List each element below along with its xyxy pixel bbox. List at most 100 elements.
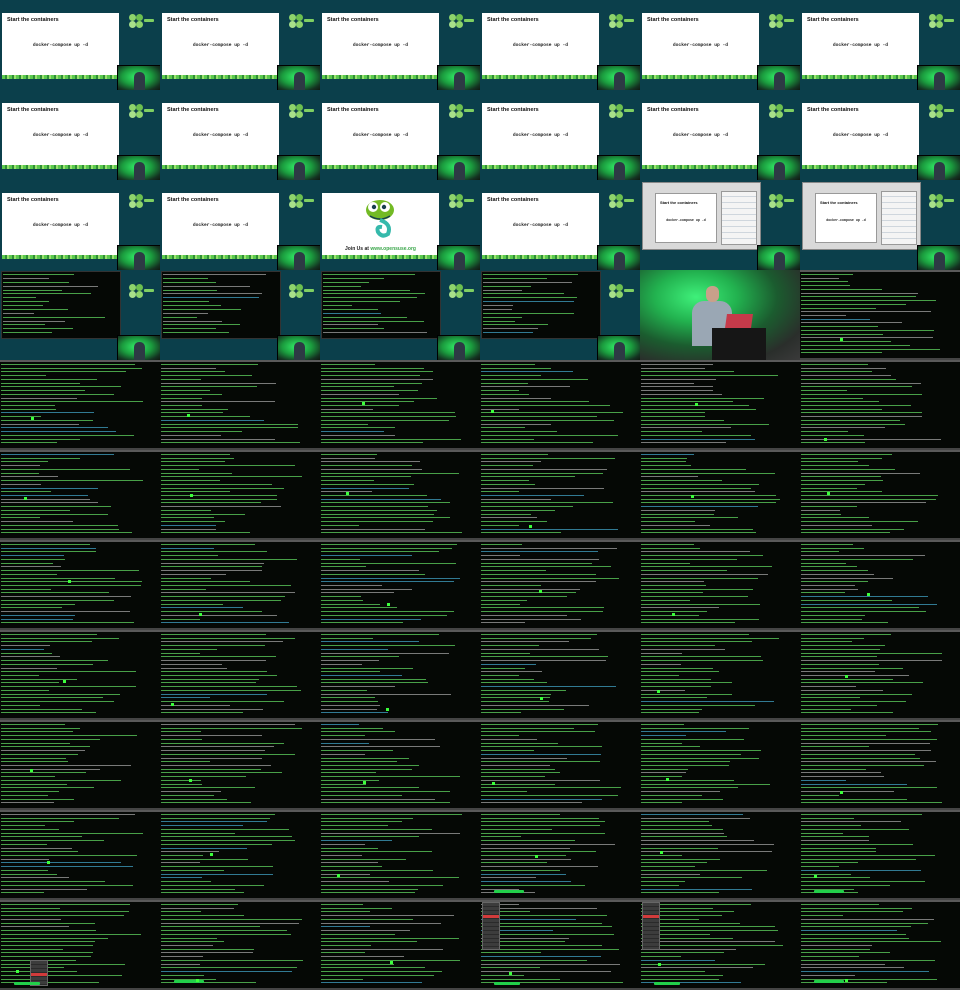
terminal-line	[321, 634, 439, 635]
terminal-cursor	[189, 779, 192, 782]
speaker-inset-icon	[117, 155, 160, 180]
join-site-link[interactable]: www.opensuse.org	[370, 246, 416, 252]
grass-decoration	[802, 165, 919, 169]
terminal-line	[161, 862, 200, 864]
terminal-line	[161, 461, 225, 463]
terminal-line	[323, 308, 378, 310]
terminal-line	[801, 498, 936, 500]
terminal-line	[641, 686, 711, 688]
opensuse-logo-icon	[288, 194, 314, 210]
terminal-line	[1, 817, 119, 819]
window-titlebar	[160, 540, 320, 542]
join-us-card: Join Us at www.opensuse.org	[322, 193, 439, 259]
terminal-line	[3, 293, 91, 295]
terminal-line	[641, 611, 707, 613]
terminal-line	[161, 892, 244, 894]
terminal-line	[801, 491, 882, 493]
video-frame	[0, 360, 160, 450]
terminal-line	[1, 371, 126, 373]
terminal-line	[161, 570, 262, 572]
terminal-line	[641, 821, 709, 823]
terminal-line	[321, 401, 414, 403]
speaker-inset-icon	[597, 335, 640, 360]
terminal-line	[321, 787, 419, 789]
terminal-line	[481, 603, 520, 605]
terminal-line	[163, 289, 217, 291]
terminal-line	[641, 614, 699, 616]
terminal-line	[161, 952, 253, 954]
terminal-line	[321, 607, 397, 609]
terminal-line	[801, 727, 919, 729]
terminal-line	[321, 814, 462, 815]
terminal-line	[801, 344, 910, 346]
terminal-line	[641, 390, 713, 392]
slide-card: Start the containers docker-compose up -d	[802, 103, 919, 169]
video-frame	[800, 450, 960, 540]
context-menu[interactable]	[482, 902, 500, 950]
terminal-line	[481, 513, 531, 515]
video-frame	[480, 810, 640, 900]
terminal-line	[483, 305, 513, 306]
slide-title: Start the containers	[167, 107, 219, 113]
terminal-line	[1, 693, 120, 695]
terminal-line	[641, 776, 682, 778]
terminal-line	[641, 378, 716, 380]
terminal-line	[801, 434, 864, 436]
opensuse-logo-icon	[928, 14, 954, 30]
terminal-line	[321, 779, 379, 781]
terminal-cursor	[827, 492, 830, 495]
terminal-line	[1, 869, 48, 871]
terminal-line	[1, 761, 68, 763]
terminal-cursor	[210, 853, 213, 856]
terminal-cursor	[491, 410, 494, 413]
terminal-line	[161, 528, 216, 530]
terminal-line	[161, 738, 202, 740]
terminal-cursor	[337, 874, 340, 877]
terminal-line	[801, 371, 872, 373]
terminal-line	[801, 487, 857, 489]
terminal-line	[801, 779, 846, 781]
terminal-line	[161, 423, 298, 425]
terminal-line	[321, 888, 418, 890]
opensuse-logo-icon	[448, 284, 474, 300]
terminal-line	[321, 371, 433, 373]
terminal-line	[161, 948, 254, 950]
slide-command: docker-compose up -d	[192, 223, 249, 228]
terminal-line	[641, 412, 705, 414]
terminal-line	[161, 592, 295, 594]
terminal-line	[801, 544, 853, 545]
terminal-line	[321, 641, 419, 643]
slide-title: Start the containers	[167, 17, 219, 23]
terminal-line	[481, 656, 608, 658]
video-frame: Start the containers docker-compose up -d	[0, 0, 160, 90]
terminal-line	[641, 735, 686, 737]
terminal-cursor	[666, 778, 669, 781]
terminal-line	[321, 386, 394, 388]
video-frame	[800, 270, 960, 360]
progress-bar	[494, 890, 524, 893]
opensuse-logo-icon	[608, 14, 634, 30]
slide-command: docker-compose up -d	[826, 218, 866, 222]
terminal-line	[481, 701, 549, 703]
terminal-line	[641, 442, 726, 444]
slide-title: Start the containers	[660, 200, 698, 205]
terminal-line	[641, 577, 758, 579]
terminal-line	[161, 390, 210, 392]
terminal-line	[801, 971, 929, 973]
terminal-line	[481, 416, 597, 418]
terminal-line	[161, 768, 261, 770]
terminal-line	[481, 682, 547, 684]
terminal-line	[801, 877, 870, 879]
terminal-line	[641, 438, 755, 440]
terminal-line	[641, 645, 715, 647]
desktop-screenshot: Start the containers docker-compose up -d	[802, 182, 921, 250]
terminal-line	[641, 971, 705, 973]
terminal-line	[481, 465, 533, 467]
context-menu[interactable]	[642, 902, 660, 950]
terminal-line	[481, 814, 560, 815]
terminal-line	[801, 652, 942, 654]
terminal-line	[801, 915, 843, 917]
video-frame: Start the containers docker-compose up -d	[800, 90, 960, 180]
terminal-line	[161, 614, 277, 616]
terminal-line	[1, 416, 41, 418]
